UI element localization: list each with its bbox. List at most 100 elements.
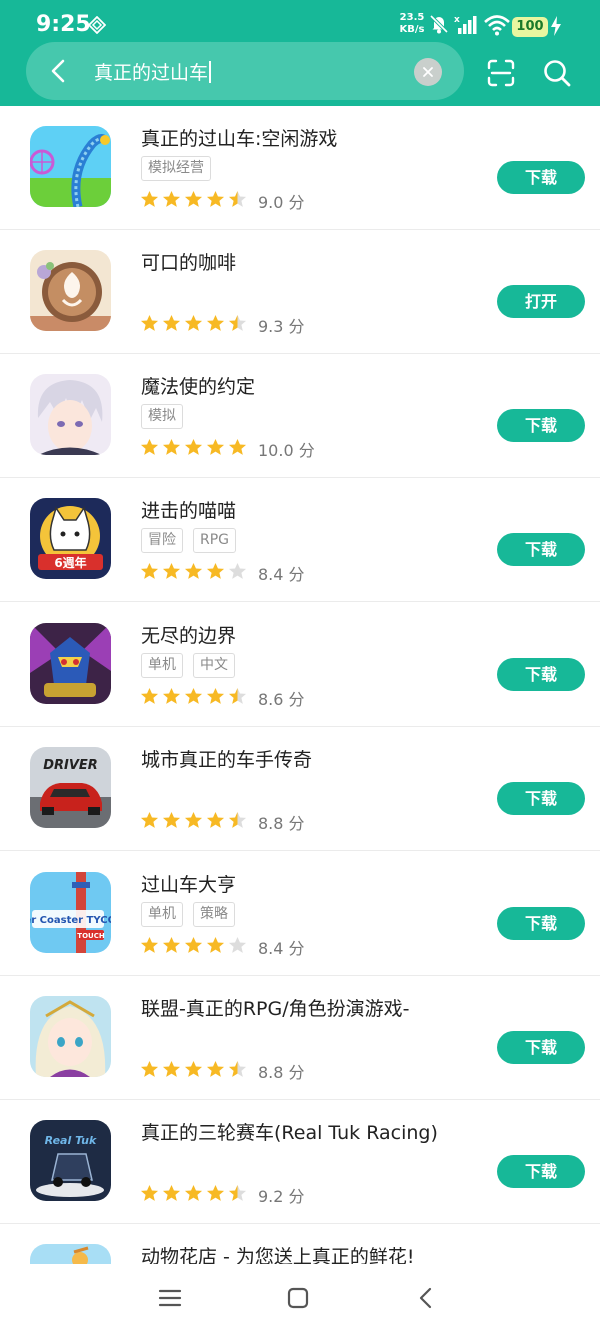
menu-icon[interactable]	[156, 1284, 184, 1312]
stars	[140, 314, 250, 337]
star-full-icon	[206, 1060, 225, 1077]
charging-icon	[551, 16, 561, 36]
cat-badge-text: 6週年	[54, 555, 86, 570]
list-item[interactable]: Roller Coaster TYCOON TOUCH 过山车大亨 单机策略 8…	[0, 852, 600, 976]
list-item[interactable]: 真正的过山车:空闲游戏 模拟经营 9.0 分 下载	[0, 106, 600, 230]
stars	[140, 936, 250, 959]
header: 9:25 23.5 KB/s x 100 真正的过山车	[0, 0, 600, 106]
robot-character-icon	[30, 623, 111, 704]
anime-girl-icon	[30, 996, 111, 1077]
star-full-icon	[162, 1184, 181, 1201]
star-rating: 9.2 分	[140, 1184, 305, 1206]
cat-anniversary-icon: 6週年	[30, 498, 111, 579]
tag: 策略	[193, 902, 235, 927]
coffee-latte-art-icon	[30, 250, 111, 331]
star-full-icon	[162, 811, 181, 828]
star-full-icon	[206, 190, 225, 207]
download-button[interactable]: 下载	[497, 161, 585, 194]
star-rating: 8.8 分	[140, 811, 305, 833]
star-full-icon	[162, 438, 181, 455]
star-full-icon	[228, 438, 247, 455]
star-full-icon	[184, 1060, 203, 1077]
download-button[interactable]: 下载	[497, 409, 585, 442]
tag: 中文	[193, 653, 235, 678]
star-full-icon	[206, 687, 225, 704]
download-button[interactable]: 下载	[497, 533, 585, 566]
search-icon[interactable]	[542, 58, 572, 88]
flower-shop-icon	[30, 1244, 111, 1264]
back-icon[interactable]	[412, 1284, 440, 1312]
download-button[interactable]: 下载	[497, 907, 585, 940]
list-item[interactable]: DRIVER 城市真正的车手传奇 8.8 分 下载	[0, 727, 600, 851]
star-empty-icon	[228, 936, 247, 953]
list-item[interactable]: 联盟-真正的RPG/角色扮演游戏- 8.8 分 下载	[0, 976, 600, 1100]
app-name: 动物花店 - 为您送上真正的鲜花!	[141, 1246, 415, 1264]
list-item[interactable]: 无尽的边界 单机 中文 8.6 分 下载	[0, 603, 600, 727]
download-button[interactable]: 下载	[497, 658, 585, 691]
star-full-icon	[184, 1184, 203, 1201]
app-name: 无尽的边界	[141, 625, 237, 647]
tag: 模拟	[141, 404, 183, 429]
star-full-icon	[206, 1184, 225, 1201]
download-button[interactable]: 下载	[497, 1031, 585, 1064]
tag: 单机	[141, 902, 183, 927]
list-item[interactable]: 魔法使的约定 模拟 10.0 分 下载	[0, 354, 600, 478]
roller-coaster-icon	[30, 126, 111, 207]
text-cursor	[209, 61, 212, 83]
stars	[140, 687, 250, 710]
star-full-icon	[140, 687, 159, 704]
list-item[interactable]: 可口的咖啡 9.3 分 打开	[0, 230, 600, 354]
score: 10.0 分	[258, 441, 315, 460]
driver-logo-text: DRIVER	[43, 758, 98, 773]
star-full-icon	[162, 190, 181, 207]
open-button[interactable]: 打开	[497, 285, 585, 318]
star-rating: 8.6 分	[140, 687, 305, 709]
list-item[interactable]: 6週年 进击的喵喵 冒险 RPG 8.4 分 下载	[0, 478, 600, 602]
tuk-logo-text: Real Tuk	[45, 1134, 97, 1147]
list-item[interactable]: 动物花店 - 为您送上真正的鲜花!	[0, 1224, 600, 1264]
score: 9.3 分	[258, 317, 305, 336]
stars	[140, 1184, 250, 1207]
star-full-icon	[184, 811, 203, 828]
star-full-icon	[140, 936, 159, 953]
star-full-icon	[140, 811, 159, 828]
star-full-icon	[206, 811, 225, 828]
scan-icon[interactable]	[486, 58, 516, 88]
tag: 模拟经营	[141, 156, 211, 181]
download-button[interactable]: 下载	[497, 1155, 585, 1188]
stars	[140, 811, 250, 834]
red-sports-car-icon: DRIVER	[30, 747, 111, 828]
score: 9.0 分	[258, 193, 305, 212]
system-nav-bar	[0, 1264, 600, 1333]
app-name: 城市真正的车手传奇	[141, 749, 313, 771]
search-results-list[interactable]: 真正的过山车:空闲游戏 模拟经营 9.0 分 下载 可口的咖啡 9.3 分 打开	[0, 106, 600, 1264]
search-box[interactable]: 真正的过山车	[26, 42, 464, 100]
stars	[140, 438, 250, 461]
star-full-icon	[140, 190, 159, 207]
star-full-icon	[184, 314, 203, 331]
score: 8.8 分	[258, 1063, 305, 1082]
home-icon[interactable]	[284, 1284, 312, 1312]
tag: 单机	[141, 653, 183, 678]
status-time: 9:25	[36, 12, 91, 37]
app-name: 联盟-真正的RPG/角色扮演游戏-	[141, 998, 410, 1020]
anime-character-icon	[30, 374, 111, 455]
tag: 冒险	[141, 528, 183, 553]
tycoon-logo-text: Roller Coaster TYCOON	[30, 915, 111, 926]
list-item[interactable]: Real Tuk 真正的三轮赛车(Real Tuk Racing) 9.2 分 …	[0, 1100, 600, 1224]
clear-search-icon[interactable]	[414, 58, 442, 86]
back-arrow-icon[interactable]	[44, 56, 74, 86]
svg-text:x: x	[454, 15, 460, 25]
score: 8.8 分	[258, 814, 305, 833]
app-name: 进击的喵喵	[141, 500, 237, 522]
score: 9.2 分	[258, 1187, 305, 1206]
score: 8.4 分	[258, 565, 305, 584]
download-button[interactable]: 下载	[497, 782, 585, 815]
star-full-icon	[206, 438, 225, 455]
star-full-icon	[162, 1060, 181, 1077]
star-full-icon	[140, 562, 159, 579]
tag-list: 单机 策略	[141, 902, 245, 927]
score: 8.6 分	[258, 690, 305, 709]
star-full-icon	[206, 314, 225, 331]
search-input[interactable]: 真正的过山车	[94, 58, 212, 85]
